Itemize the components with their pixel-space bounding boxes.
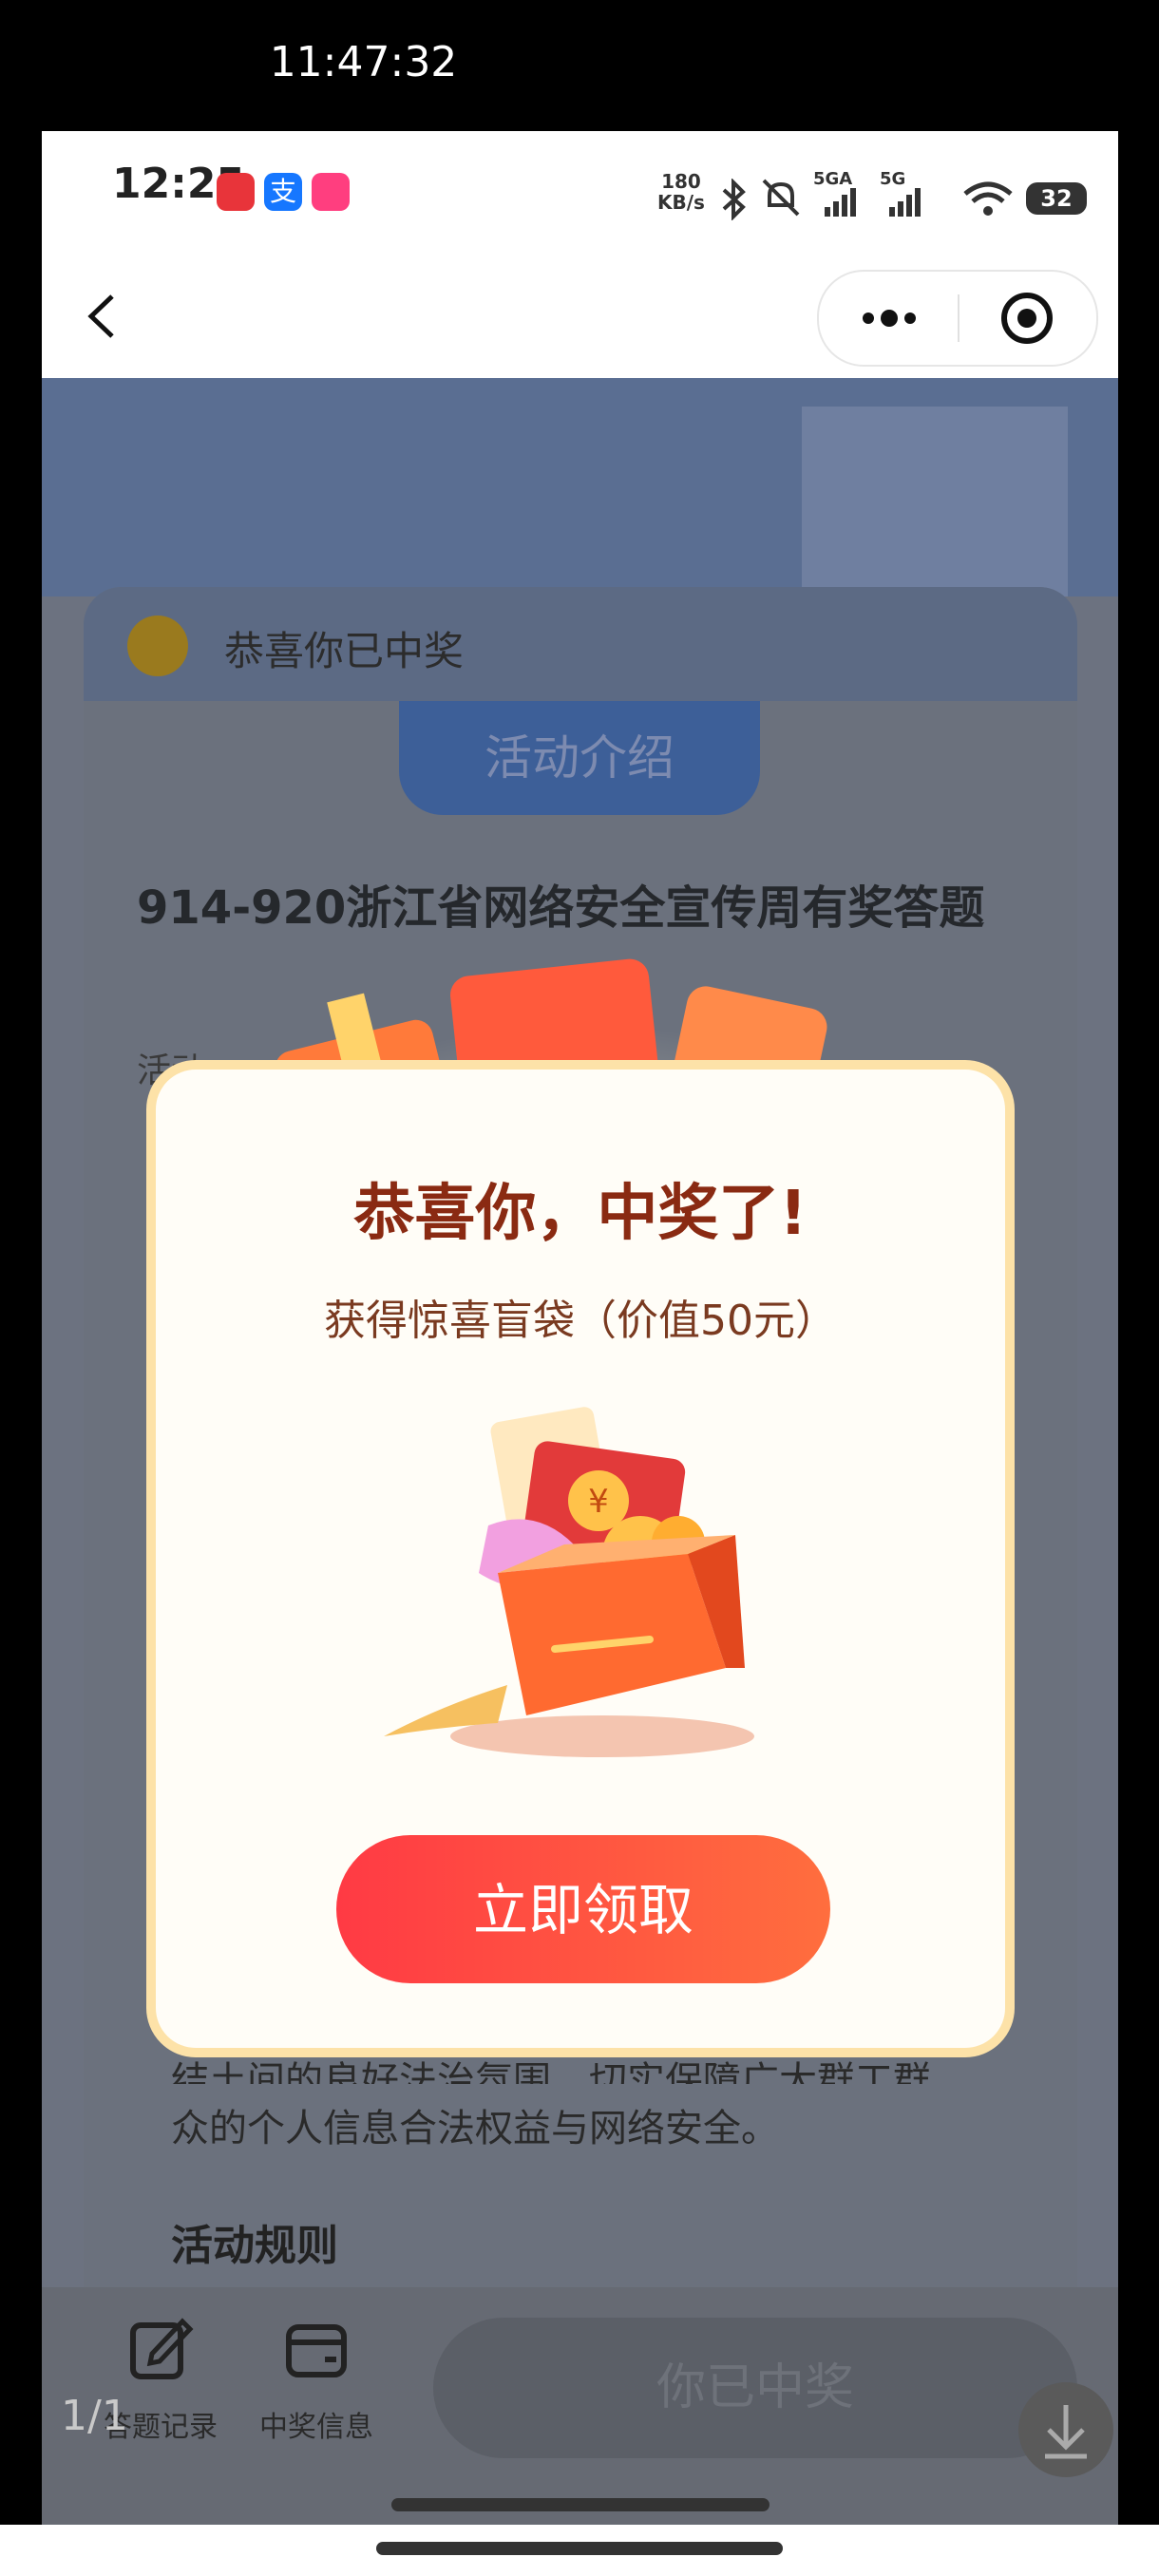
- net-speed-unit: KB/s: [657, 191, 705, 214]
- status-indicators: 180 KB/s 5GA 5G 32: [612, 161, 1106, 228]
- edit-record-icon: [130, 2318, 194, 2379]
- more-icon[interactable]: [859, 294, 920, 342]
- capsule-divider: [958, 294, 960, 342]
- battery-indicator: 32: [1026, 182, 1087, 215]
- viewer-clock: 11:47:32: [269, 38, 458, 86]
- prize-info-button[interactable]: 中奖信息: [245, 2316, 388, 2445]
- net-speed-value: 180: [661, 170, 701, 193]
- wallet-icon: [286, 2324, 347, 2377]
- activity-description-line2: 众的个人信息合法权益与网络安全。: [171, 2107, 779, 2150]
- winner-notice-text: 恭喜你已中奖: [224, 628, 465, 674]
- screen-home-indicator: [391, 2498, 770, 2511]
- notification-app-icon: [217, 173, 255, 211]
- wifi-icon: [963, 181, 1013, 216]
- download-icon: [1045, 2405, 1087, 2459]
- medal-icon: [127, 616, 188, 676]
- shopping-app-icon: [312, 173, 350, 211]
- alipay-icon: 支: [264, 173, 302, 211]
- bluetooth-icon: [722, 179, 746, 220]
- mute-icon: [762, 179, 800, 217]
- bottom-toolbar: 答题记录 中奖信息 你已中奖: [42, 2287, 1118, 2525]
- download-button[interactable]: [1018, 2382, 1113, 2477]
- claim-now-button[interactable]: 立即领取: [336, 1835, 830, 1983]
- prize-info-label: 中奖信息: [259, 2411, 373, 2444]
- image-counter: 1/1: [61, 2392, 128, 2440]
- close-miniprogram-icon[interactable]: [999, 291, 1054, 346]
- nav-bar: [42, 255, 1118, 378]
- won-status-button[interactable]: 你已中奖: [433, 2318, 1077, 2458]
- modal-subtitle: 获得惊喜盲袋（价值50元）: [324, 1297, 837, 1345]
- svg-text:¥: ¥: [588, 1483, 609, 1521]
- phone-screen: 12:25 支 180 KB/s 5GA 5G 32 恭喜你已中奖 活动介绍 结…: [42, 131, 1118, 2525]
- signal-2-icon: [889, 188, 921, 217]
- status-bar: 12:25 支 180 KB/s 5GA 5G 32: [42, 131, 1118, 255]
- banner-building: [802, 407, 1068, 597]
- rules-heading: 活动规则: [171, 2222, 338, 2270]
- modal-title: 恭喜你，中奖了!: [353, 1179, 808, 1249]
- back-icon[interactable]: [80, 293, 127, 340]
- network-speed: 180 KB/s: [657, 171, 705, 213]
- prize-modal: 恭喜你，中奖了! 获得惊喜盲袋（价值50元） ¥ 立即领取: [146, 1060, 1015, 2057]
- home-indicator: [376, 2542, 783, 2555]
- blind-bag-prize-illustration: ¥: [384, 1407, 754, 1757]
- mini-program-capsule: [817, 270, 1098, 367]
- signal-1-icon: [825, 188, 856, 217]
